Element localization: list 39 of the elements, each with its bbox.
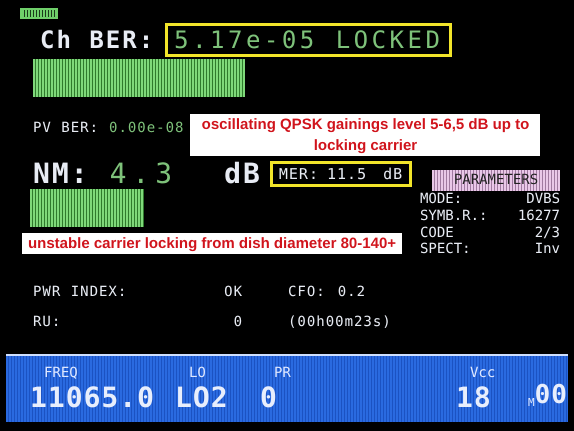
status-value: 0 xyxy=(232,314,243,332)
footer-label: Vcc xyxy=(470,366,496,380)
status-label: CFO: xyxy=(288,284,326,302)
pv-ber-value: 0.00e-08 xyxy=(109,120,184,137)
status-label: RU: xyxy=(33,314,62,332)
parameter-label: SYMB.R.: xyxy=(420,208,488,225)
lo-value: LO2 xyxy=(175,384,230,412)
footer-label: FREQ xyxy=(44,366,79,380)
status-value: 0.2 xyxy=(338,284,366,302)
annotation-note: oscillating QPSK gainings level 5-6,5 dB up to locking carrier xyxy=(190,114,540,156)
m-label: M xyxy=(528,397,535,408)
pv-ber-label: PV BER: xyxy=(33,120,100,137)
frequency-value: 11065.0 xyxy=(30,384,156,412)
pr-value: 0 xyxy=(260,384,279,412)
mer-label: MER: xyxy=(278,165,319,183)
nm-value: 4.3 xyxy=(110,160,178,188)
battery-icon xyxy=(20,8,58,19)
status-label: PWR INDEX: xyxy=(33,284,128,302)
mer-value: 11.5 xyxy=(327,165,368,183)
status-value: OK xyxy=(223,284,243,302)
m-value: 00 xyxy=(534,382,568,408)
nm-unit: dB xyxy=(224,160,262,188)
parameter-value: Inv xyxy=(534,241,560,258)
vcc-value: 18 xyxy=(456,384,493,412)
parameter-label: MODE: xyxy=(420,191,462,208)
parameter-value: 2/3 xyxy=(534,224,560,242)
annotation-note: unstable carrier locking from dish diameter 80-140+ xyxy=(22,233,402,254)
ch-ber-label: Ch BER: xyxy=(40,28,156,52)
mer-unit: dB xyxy=(383,165,404,183)
parameters-header: PARAMETERS xyxy=(432,170,560,191)
ch-ber-value: 5.17e-05 LOCKED xyxy=(165,23,452,57)
status-value: (00h00m23s) xyxy=(288,314,392,332)
footer-label: LO xyxy=(189,366,207,380)
parameter-value: DVBS xyxy=(526,191,560,208)
footer-label: PR xyxy=(274,366,292,380)
parameter-value: 16277 xyxy=(518,208,560,225)
parameter-label: SPECT: xyxy=(420,241,471,258)
nm-label: NM: xyxy=(33,160,90,188)
parameter-label: CODE xyxy=(420,224,454,242)
